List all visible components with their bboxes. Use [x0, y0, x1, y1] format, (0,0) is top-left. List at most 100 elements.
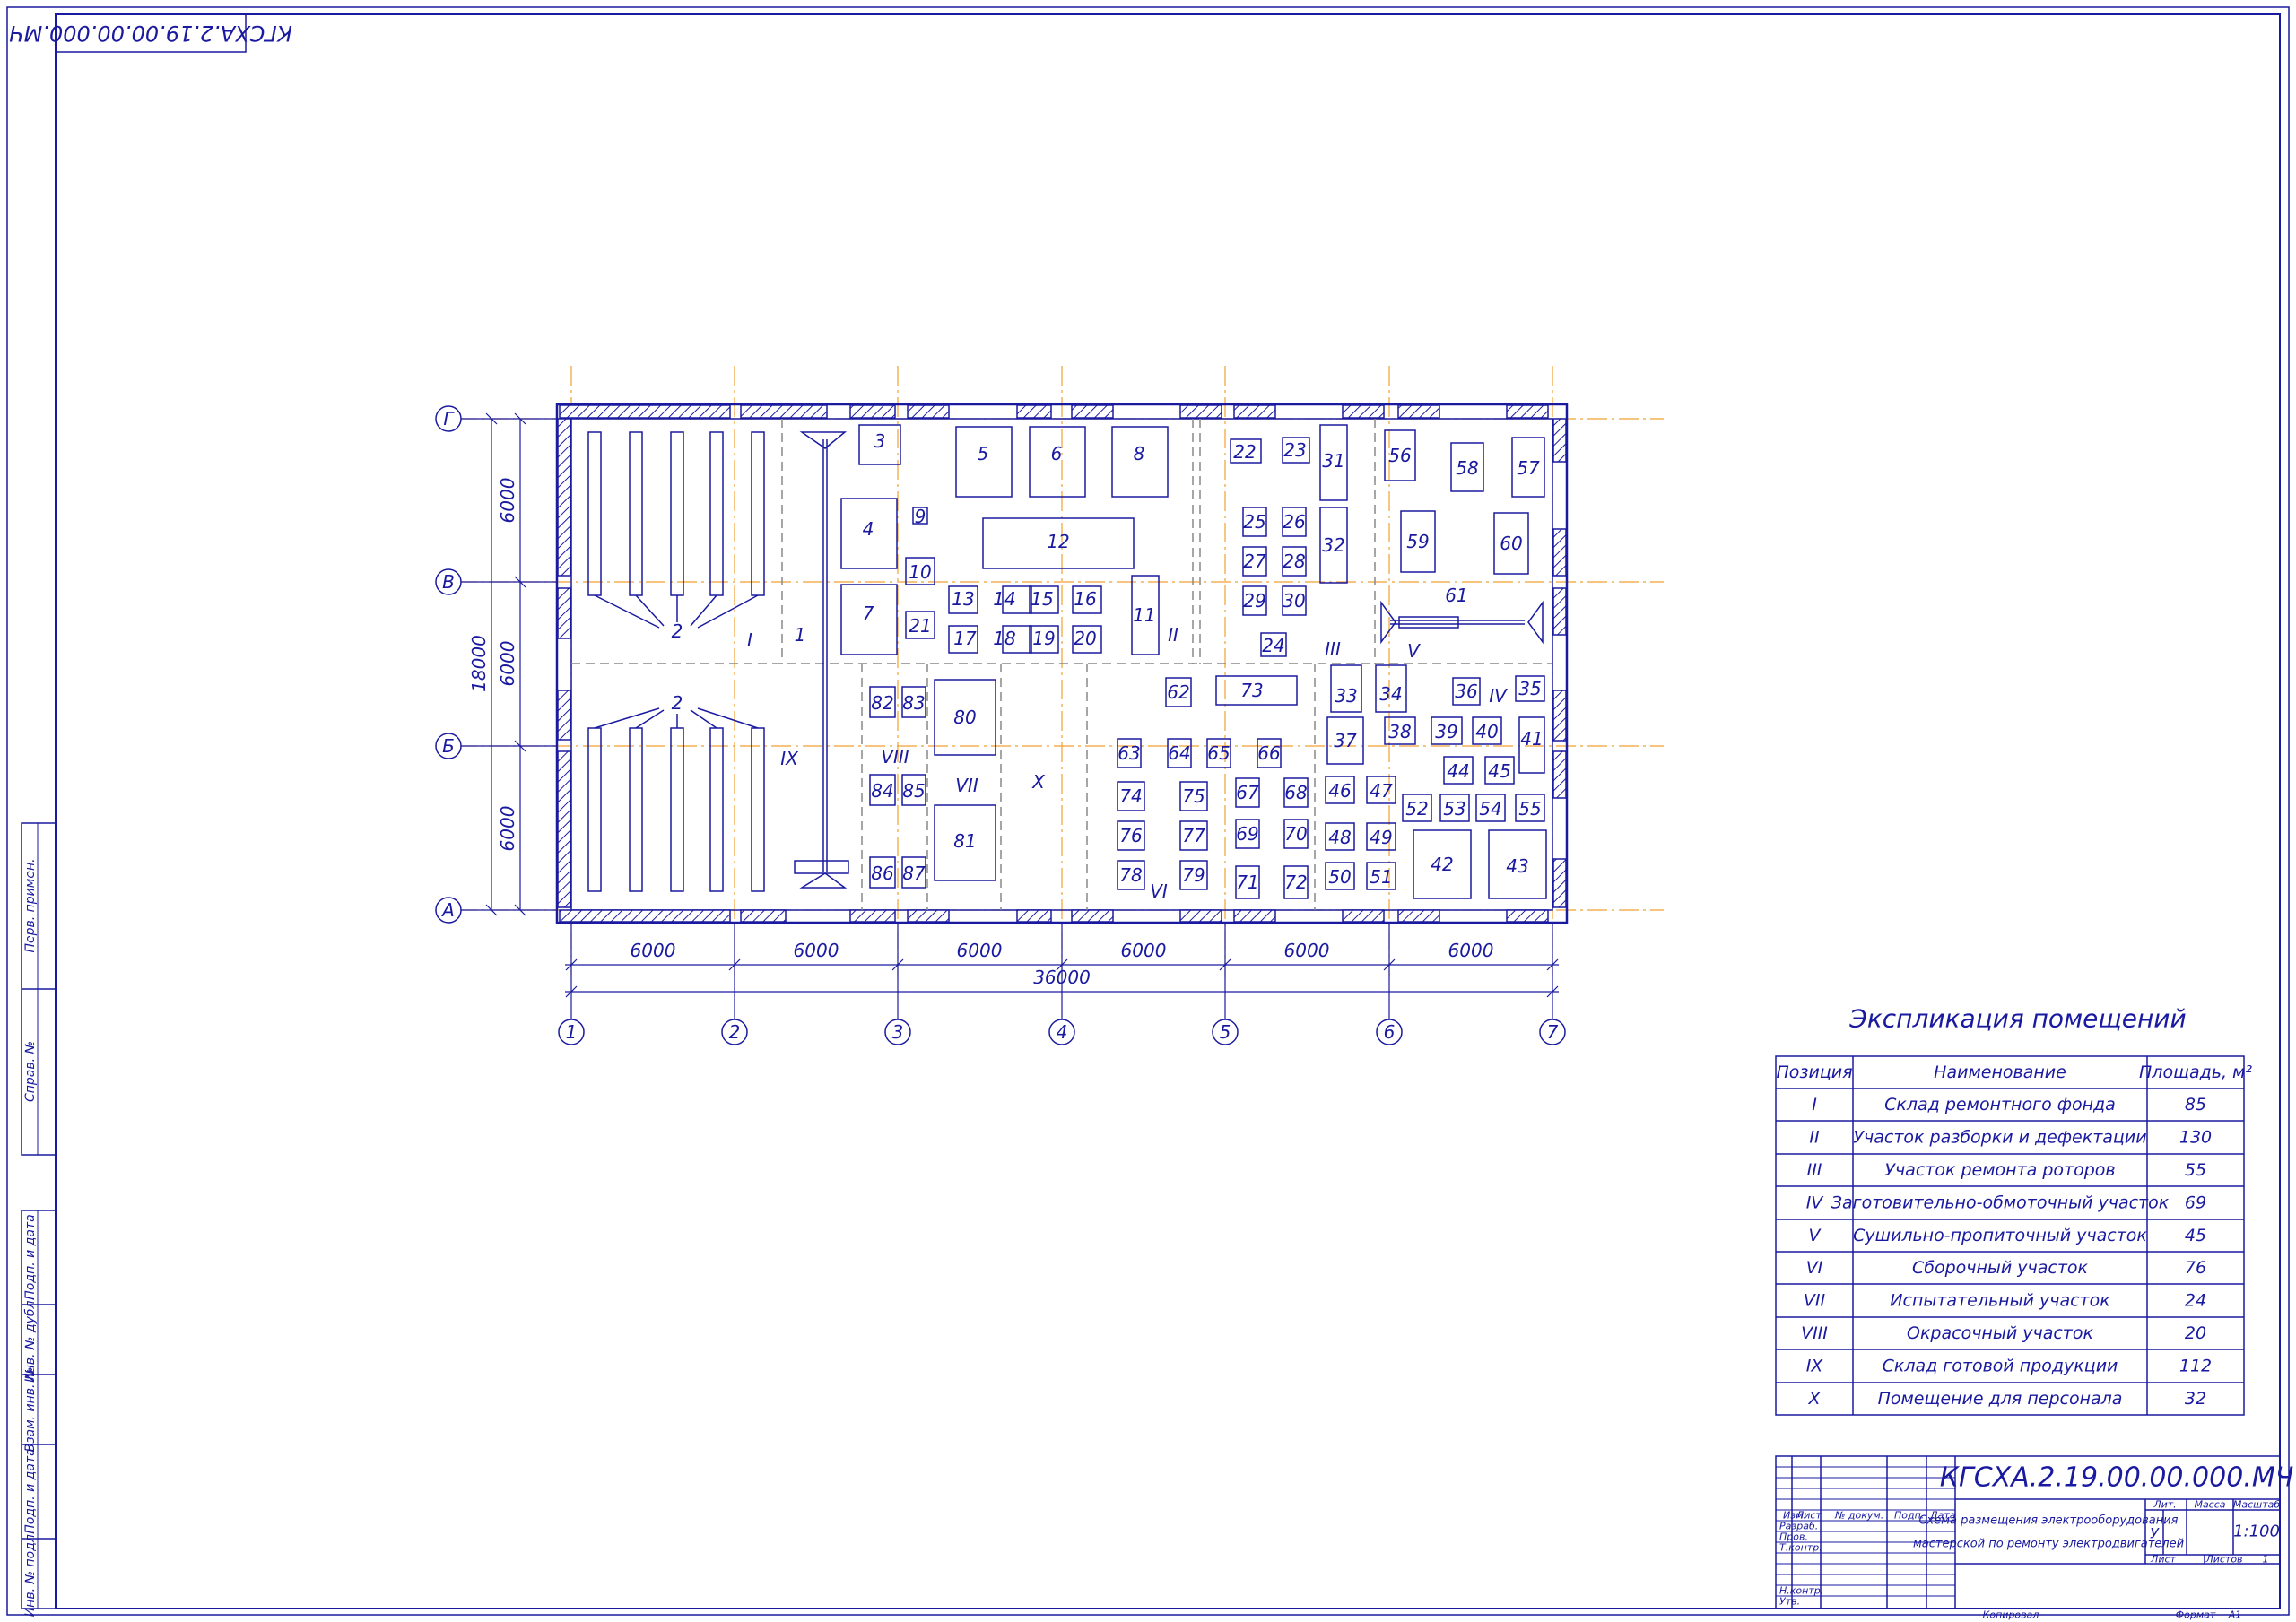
axis-number-2: 2 [729, 1021, 741, 1043]
zone-I: I [747, 629, 752, 651]
axis-letter-G: Г [443, 408, 455, 429]
equip-4: 4 [863, 518, 874, 540]
header-area: Площадь, м² [2139, 1063, 2252, 1082]
top-stamp-code: КГСХА.2.19.00.00.000.МЧ [9, 21, 292, 46]
explication-row-area: 130 [2179, 1128, 2212, 1148]
dim-v-total: 18000 [468, 635, 490, 692]
equip-29: 29 [1243, 590, 1265, 612]
equip-86: 86 [871, 863, 893, 884]
explication-row-position: I [1812, 1095, 1817, 1115]
lit-label: Лит. [2152, 1499, 2176, 1511]
explication-row-area: 69 [2185, 1193, 2206, 1212]
top-stamp: КГСХА.2.19.00.00.000.МЧ [9, 13, 292, 53]
equip-79: 79 [1182, 864, 1205, 886]
explication-row-position: II [1809, 1128, 1820, 1148]
equip-56: 56 [1388, 445, 1411, 466]
explication-row-name: Склад ремонтного фонда [1884, 1095, 2116, 1115]
equip-19: 19 [1032, 628, 1055, 649]
axis-number-3: 3 [892, 1021, 904, 1043]
dim-h-total: 36000 [1033, 967, 1091, 988]
equip-87: 87 [902, 863, 926, 884]
explication-row-position: VI [1806, 1258, 1823, 1278]
sprav-no-label: Справ. № [23, 1041, 38, 1102]
equip-43: 43 [1506, 855, 1528, 877]
zone-VII: VII [955, 775, 978, 796]
copied-label: Копировал [1983, 1609, 2039, 1621]
equip-3: 3 [874, 430, 886, 452]
equip-47: 47 [1370, 780, 1393, 802]
equip-33: 33 [1335, 685, 1357, 707]
zone-X: X [1031, 771, 1046, 793]
podp-data-label-1: Подп. и дата [23, 1214, 38, 1299]
explication-row-area: 45 [2185, 1226, 2206, 1245]
equip-69: 69 [1236, 823, 1258, 845]
equip-59: 59 [1406, 531, 1429, 552]
equip-61: 61 [1445, 585, 1467, 606]
equip-42: 42 [1431, 854, 1453, 875]
explication-row-area: 76 [2185, 1258, 2206, 1278]
dim-h-6: 6000 [1448, 940, 1494, 961]
sheet-label: Лист [2150, 1554, 2176, 1566]
equipment-labels: 1 2 2 3 4 5 6 7 8 9 10 11 12 13 14 15 16… [672, 430, 1544, 893]
title-block-code: КГСХА.2.19.00.00.000.МЧ [1940, 1462, 2294, 1494]
col-date: Дата [1929, 1510, 1956, 1522]
inv-podl-label: Инв. № подл. [23, 1531, 38, 1618]
floor-plan: 1 2 2 3 4 5 6 7 8 9 10 11 12 13 14 15 16… [435, 366, 1664, 1045]
axis-number-6: 6 [1384, 1021, 1396, 1043]
equip-2-top: 2 [672, 620, 683, 642]
explication-row-name: Склад готовой продукции [1883, 1356, 2118, 1375]
explication-row-name: Участок ремонта роторов [1884, 1160, 2115, 1180]
equip-62: 62 [1167, 681, 1189, 703]
equip-64: 64 [1168, 742, 1190, 764]
equip-54: 54 [1479, 798, 1501, 820]
dim-h-5: 6000 [1284, 940, 1330, 961]
dim-h-2: 6000 [794, 940, 839, 961]
explication-row-position: V [1809, 1226, 1822, 1245]
zone-III: III [1325, 638, 1341, 660]
axis-letter-V: В [442, 571, 455, 593]
equip-35: 35 [1518, 678, 1541, 699]
equip-44: 44 [1447, 760, 1469, 782]
dim-v-3: 6000 [497, 806, 518, 852]
explication-row-position: VII [1804, 1291, 1826, 1311]
equip-70: 70 [1284, 823, 1307, 845]
zone-IV: IV [1489, 685, 1508, 707]
equip-12: 12 [1047, 531, 1069, 552]
equip-40: 40 [1475, 721, 1498, 742]
zone-V: V [1407, 640, 1421, 662]
col-sign: Подп. [1894, 1510, 1924, 1522]
axis-number-7: 7 [1547, 1021, 1559, 1043]
sheets-value: 1 [2263, 1554, 2269, 1566]
equip-8: 8 [1134, 443, 1145, 464]
equip-67: 67 [1236, 782, 1259, 803]
dim-h-3: 6000 [957, 940, 1003, 961]
equip-27: 27 [1243, 551, 1266, 572]
explication-row-name: Заготовительно-обмоточный участок [1831, 1193, 2170, 1212]
equip-14: 14 [993, 588, 1015, 610]
mass-label: Масса [2194, 1499, 2225, 1511]
equip-50: 50 [1328, 866, 1351, 888]
explication-row-area: 85 [2185, 1095, 2206, 1115]
scale-value: 1:100 [2233, 1522, 2280, 1541]
explication-row-area: 20 [2185, 1323, 2206, 1343]
equip-60: 60 [1500, 533, 1522, 554]
equip-41: 41 [1520, 728, 1543, 750]
dim-h-4: 6000 [1121, 940, 1167, 961]
equip-38: 38 [1388, 721, 1411, 742]
axis-number-1: 1 [566, 1021, 578, 1043]
equip-65: 65 [1207, 742, 1230, 764]
explication-row-position: VIII [1801, 1323, 1828, 1343]
axis-number-5: 5 [1220, 1021, 1231, 1043]
storage-racks [587, 431, 1544, 892]
explication-row-name: Испытательный участок [1890, 1291, 2110, 1311]
scale-label: Масштаб [2233, 1499, 2280, 1511]
equip-76: 76 [1119, 825, 1142, 846]
equip-52: 52 [1405, 798, 1428, 820]
equip-83: 83 [902, 692, 925, 714]
format-label: Формат [2176, 1609, 2216, 1621]
axis-letter-B: Б [442, 735, 455, 757]
equip-72: 72 [1284, 872, 1307, 893]
equip-73: 73 [1240, 680, 1263, 701]
dimension-lines [484, 412, 1559, 1019]
vzam-inv-label: Взам. инв. № [23, 1366, 38, 1452]
